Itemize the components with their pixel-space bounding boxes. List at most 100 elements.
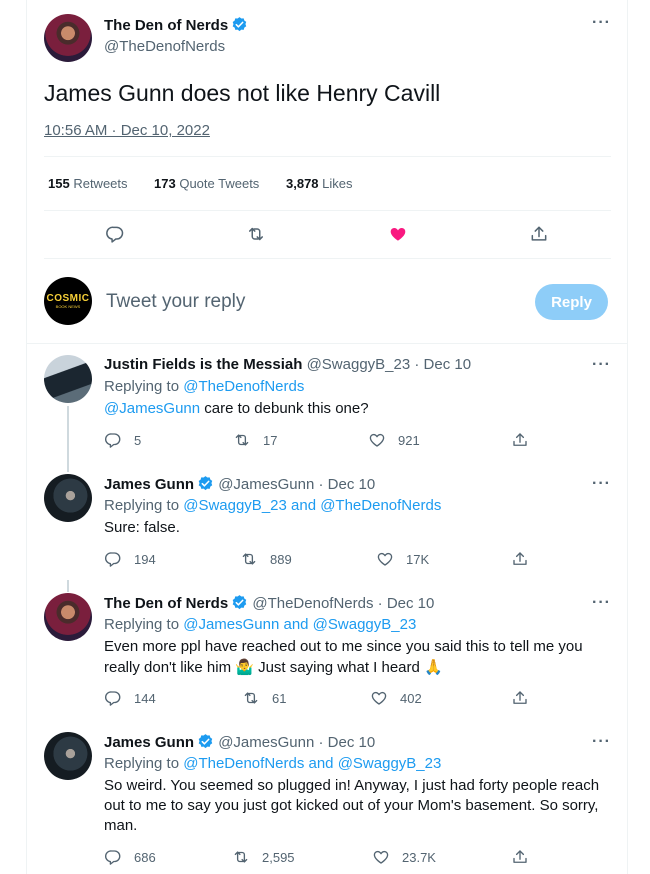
tweet-timestamp[interactable]: 10:56 AM · Dec 10, 2022 bbox=[44, 122, 210, 139]
likes-stat[interactable]: 3,878 Likes bbox=[286, 176, 353, 191]
tweet-text-line: Even more ppl have reached out to me sin… bbox=[104, 638, 583, 655]
avatar[interactable] bbox=[44, 474, 92, 522]
reply-count: 194 bbox=[134, 552, 156, 567]
replying-prefix: Replying to bbox=[104, 755, 180, 772]
author-handle[interactable]: @TheDenofNerds bbox=[104, 38, 225, 55]
avatar[interactable]: COSMIC BOOK NEWS bbox=[44, 277, 92, 325]
reply-icon[interactable] bbox=[104, 689, 122, 707]
avatar[interactable] bbox=[44, 355, 92, 403]
tweet-text: James Gunn does not like Henry Cavill bbox=[44, 80, 441, 106]
share-icon[interactable] bbox=[511, 431, 529, 449]
author-handle[interactable]: @TheDenofNerds bbox=[252, 595, 373, 612]
tweet-date[interactable]: · Dec 10 bbox=[318, 476, 375, 493]
more-icon[interactable]: ··· bbox=[592, 475, 611, 493]
likes-count: 3,878 bbox=[286, 176, 319, 191]
more-icon[interactable]: ··· bbox=[592, 14, 611, 32]
author-name[interactable]: James Gunn bbox=[104, 734, 194, 751]
retweets-stat[interactable]: 155 Retweets bbox=[48, 176, 128, 191]
divider bbox=[44, 156, 611, 157]
reply-icon[interactable] bbox=[105, 224, 125, 244]
retweets-label: Retweets bbox=[73, 176, 128, 191]
divider bbox=[44, 210, 611, 211]
quotes-stat[interactable]: 173 Quote Tweets bbox=[154, 176, 259, 191]
author-handle[interactable]: @JamesGunn bbox=[218, 476, 314, 493]
avatar[interactable] bbox=[44, 14, 92, 62]
retweet-count: 61 bbox=[272, 691, 287, 706]
share-icon[interactable] bbox=[511, 689, 529, 707]
mention-link[interactable]: @JamesGunn bbox=[104, 400, 200, 417]
like-count: 921 bbox=[398, 433, 420, 448]
retweets-count: 155 bbox=[48, 176, 70, 191]
tweet-date[interactable]: · Dec 10 bbox=[414, 356, 471, 373]
heart-icon[interactable] bbox=[372, 848, 390, 866]
replying-to: Replying to @SwaggyB_23 and @TheDenofNer… bbox=[104, 497, 441, 514]
author-handle[interactable]: @SwaggyB_23 bbox=[307, 356, 411, 373]
retweet-icon[interactable] bbox=[233, 431, 251, 449]
tweet-body: care to debunk this one? bbox=[204, 400, 369, 417]
retweet-icon[interactable] bbox=[240, 550, 258, 568]
quotes-count: 173 bbox=[154, 176, 176, 191]
tweet-date[interactable]: · Dec 10 bbox=[318, 734, 375, 751]
reply-button[interactable]: Reply bbox=[535, 284, 608, 320]
heart-icon[interactable] bbox=[368, 431, 386, 449]
replying-to-link[interactable]: @SwaggyB_23 and @TheDenofNerds bbox=[183, 497, 441, 514]
verified-badge-icon bbox=[197, 475, 214, 492]
reply-count: 5 bbox=[134, 433, 142, 448]
reply-input[interactable]: Tweet your reply bbox=[106, 291, 245, 313]
retweet-icon[interactable] bbox=[246, 224, 266, 244]
tweet-date[interactable]: · Dec 10 bbox=[378, 595, 435, 612]
verified-badge-icon bbox=[231, 16, 248, 33]
heart-icon[interactable] bbox=[376, 550, 394, 568]
like-count: 17K bbox=[406, 552, 430, 567]
replying-to: Replying to @JamesGunn and @SwaggyB_23 bbox=[104, 616, 416, 633]
replying-prefix: Replying to bbox=[104, 378, 180, 395]
reply-icon[interactable] bbox=[104, 431, 122, 449]
quotes-label: Quote Tweets bbox=[179, 176, 260, 191]
replying-to-link[interactable]: @TheDenofNerds and @SwaggyB_23 bbox=[183, 755, 441, 772]
share-icon[interactable] bbox=[511, 550, 529, 568]
author-row: Justin Fields is the Messiah @SwaggyB_23… bbox=[104, 356, 471, 373]
retweet-icon[interactable] bbox=[242, 689, 260, 707]
author-name[interactable]: The Den of Nerds bbox=[104, 595, 228, 612]
more-icon[interactable]: ··· bbox=[592, 733, 611, 751]
author-handle[interactable]: @JamesGunn bbox=[218, 734, 314, 751]
reply-icon[interactable] bbox=[104, 848, 122, 866]
divider bbox=[27, 343, 627, 344]
retweet-count: 2,595 bbox=[262, 850, 295, 865]
share-icon[interactable] bbox=[511, 848, 529, 866]
avatar[interactable] bbox=[44, 593, 92, 641]
author-row: James Gunn @JamesGunn · Dec 10 bbox=[104, 475, 375, 493]
replying-prefix: Replying to bbox=[104, 497, 180, 514]
thread-line bbox=[67, 580, 69, 592]
retweet-count: 889 bbox=[270, 552, 292, 567]
tweet-text-line: man. bbox=[104, 817, 138, 834]
author-name[interactable]: James Gunn bbox=[104, 476, 194, 493]
share-icon[interactable] bbox=[529, 224, 549, 244]
author-row: The Den of Nerds @TheDenofNerds · Dec 10 bbox=[104, 594, 434, 612]
tweet-text-line: really don't like him 🤷‍♂️ Just saying w… bbox=[104, 659, 443, 676]
replying-to-link[interactable]: @JamesGunn and @SwaggyB_23 bbox=[183, 616, 416, 633]
author-row: James Gunn @JamesGunn · Dec 10 bbox=[104, 733, 375, 751]
reply-count: 686 bbox=[134, 850, 156, 865]
more-icon[interactable]: ··· bbox=[592, 356, 611, 374]
reply-icon[interactable] bbox=[104, 550, 122, 568]
more-icon[interactable]: ··· bbox=[592, 594, 611, 612]
tweet-text: @JamesGunn care to debunk this one? bbox=[104, 400, 369, 417]
avatar[interactable] bbox=[44, 732, 92, 780]
avatar-logo-text: COSMIC bbox=[46, 292, 90, 304]
author-name[interactable]: The Den of Nerds bbox=[104, 17, 228, 34]
divider bbox=[44, 258, 611, 259]
author-row: The Den of Nerds bbox=[104, 16, 248, 35]
like-count: 402 bbox=[400, 691, 422, 706]
retweet-count: 17 bbox=[263, 433, 278, 448]
replying-to-link[interactable]: @TheDenofNerds bbox=[183, 378, 304, 395]
tweet-text-line: out to me to say you just got kicked out… bbox=[104, 797, 599, 814]
avatar-logo-subtext: BOOK NEWS bbox=[55, 303, 81, 309]
tweet-text-line: So weird. You seemed so plugged in! Anyw… bbox=[104, 777, 600, 794]
heart-icon[interactable] bbox=[388, 224, 408, 244]
heart-icon[interactable] bbox=[370, 689, 388, 707]
retweet-icon[interactable] bbox=[232, 848, 250, 866]
author-name[interactable]: Justin Fields is the Messiah bbox=[104, 356, 302, 373]
likes-label: Likes bbox=[322, 176, 353, 191]
replying-to: Replying to @TheDenofNerds bbox=[104, 378, 304, 395]
